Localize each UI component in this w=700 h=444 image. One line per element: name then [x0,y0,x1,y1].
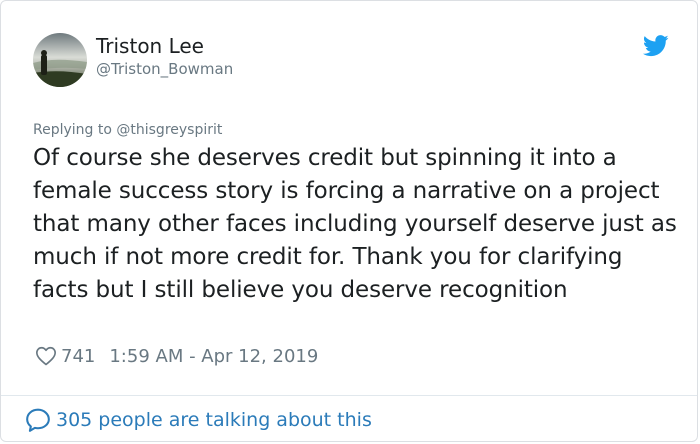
avatar-photo [33,33,87,87]
reply-context: Replying to @thisgreyspirit [33,120,222,140]
twitter-bird-icon[interactable] [643,35,669,57]
tweet-text: Of course she deserves credit but spinni… [33,145,677,303]
author-handle[interactable]: @Triston_Bowman [96,59,233,79]
tweet-meta: 741 1:59 AM - Apr 12, 2019 [35,343,318,369]
tweet-timestamp[interactable]: 1:59 AM - Apr 12, 2019 [109,346,318,367]
reply-handle-link[interactable]: @thisgreyspirit [116,122,222,138]
divider [1,395,697,396]
avatar[interactable] [33,33,87,87]
reply-prefix: Replying to [33,122,112,138]
author-name[interactable]: Triston Lee [96,33,204,59]
conversation-link[interactable]: 305 people are talking about this [25,406,372,434]
heart-icon[interactable] [35,345,57,367]
like-count[interactable]: 741 [61,346,95,367]
tweet-card: Triston Lee @Triston_Bowman Replying to … [0,0,698,442]
speech-bubble-icon [26,408,50,432]
conversation-label[interactable]: 305 people are talking about this [56,409,372,431]
